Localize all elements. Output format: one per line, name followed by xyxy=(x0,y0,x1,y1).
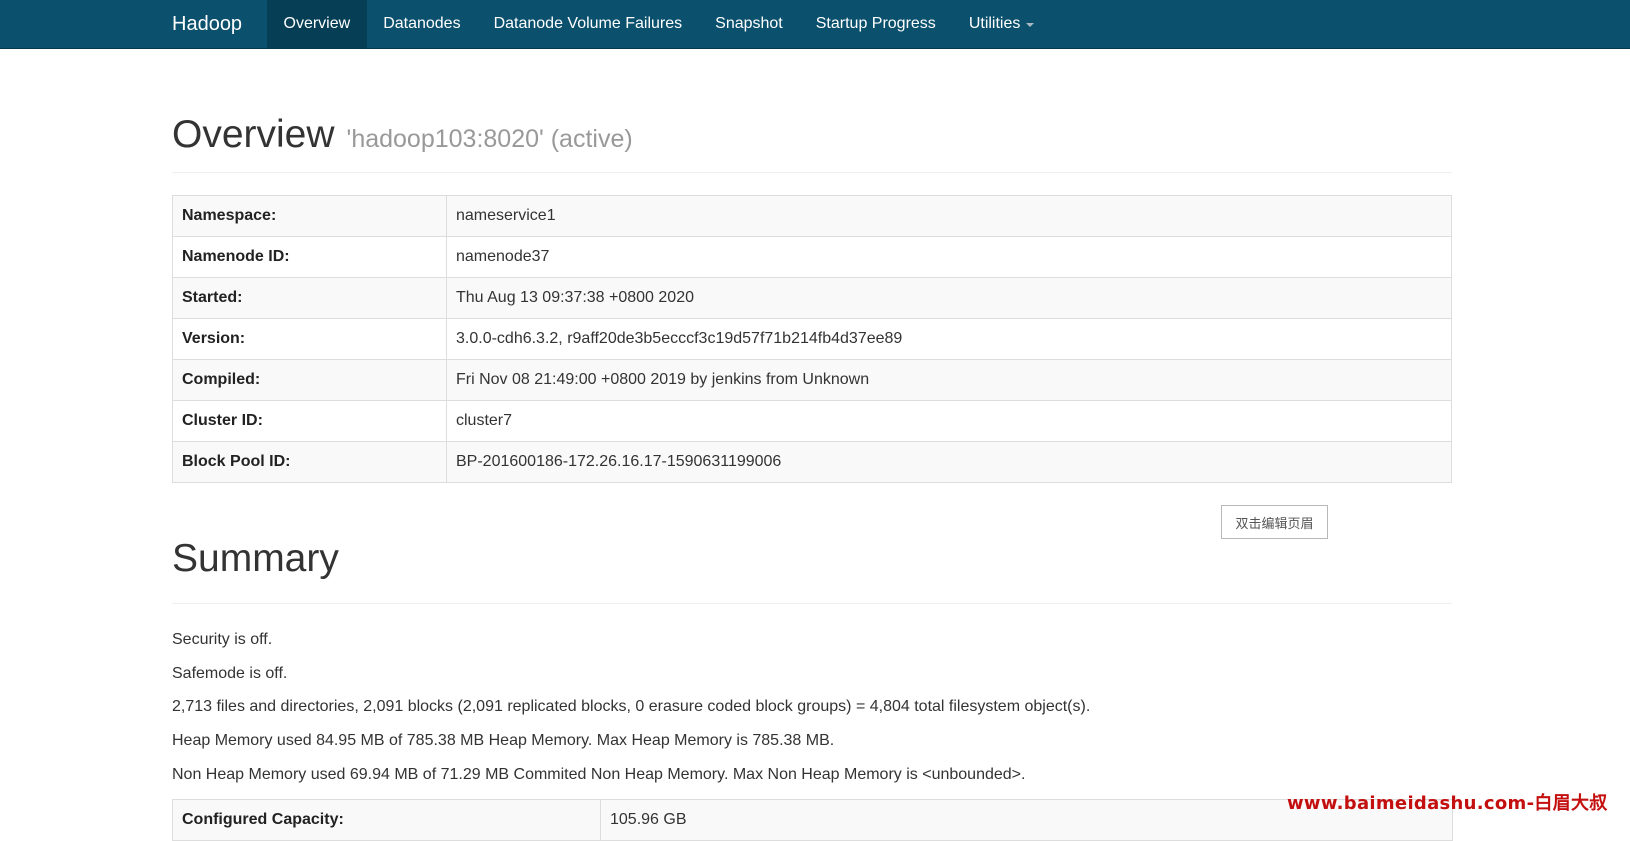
table-row: Namespace: nameservice1 xyxy=(172,195,1452,237)
nav-utilities-label: Utilities xyxy=(968,15,1021,32)
watermark: www.baimeidashu.com-白眉大叔 xyxy=(1287,793,1608,814)
row-label: Cluster ID: xyxy=(172,400,447,442)
row-value: cluster7 xyxy=(446,400,1452,442)
table-row: Compiled: Fri Nov 08 21:49:00 +0800 2019… xyxy=(172,359,1452,401)
row-label: Namespace: xyxy=(172,195,447,237)
caret-down-icon xyxy=(1026,23,1035,27)
summary-header: Summary xyxy=(172,537,1452,604)
top-navbar: Hadoop Overview Datanodes Datanode Volum… xyxy=(0,0,1630,49)
non-heap-memory: Non Heap Memory used 69.94 MB of 71.29 M… xyxy=(172,765,1026,783)
row-value: namenode37 xyxy=(446,236,1452,278)
capacity-table: Configured Capacity: 105.96 GB xyxy=(172,799,1453,841)
table-row: Version: 3.0.0-cdh6.3.2, r9aff20de3b5ecc… xyxy=(172,318,1452,360)
row-value: Thu Aug 13 09:37:38 +0800 2020 xyxy=(446,277,1452,319)
page-subtitle: 'hadoop103:8020' (active) xyxy=(346,125,633,153)
brand-logo[interactable]: Hadoop xyxy=(172,0,267,48)
table-row: Started: Thu Aug 13 09:37:38 +0800 2020 xyxy=(172,277,1452,319)
row-label: Namenode ID: xyxy=(172,236,447,278)
row-value: nameservice1 xyxy=(446,195,1452,237)
table-row: Configured Capacity: 105.96 GB xyxy=(172,799,1453,841)
row-value: BP-201600186-172.26.16.17-1590631199006 xyxy=(446,441,1452,483)
security-status: Security is off. xyxy=(172,631,273,648)
summary-title: Summary xyxy=(172,537,339,580)
nav-datanodes[interactable]: Datanodes xyxy=(367,0,477,48)
nav-datanode-volume-failures[interactable]: Datanode Volume Failures xyxy=(477,0,699,48)
row-value: 3.0.0-cdh6.3.2, r9aff20de3b5ecccf3c19d57… xyxy=(446,318,1452,360)
nav-utilities-dropdown[interactable]: Utilities xyxy=(952,0,1051,48)
summary-text: Security is off. Safemode is off. 2,713 … xyxy=(172,630,1452,798)
edit-header-button[interactable]: 双击编辑页眉 xyxy=(1221,505,1328,539)
page-title: Overview xyxy=(172,113,335,156)
table-row: Block Pool ID: BP-201600186-172.26.16.17… xyxy=(172,441,1452,483)
table-row: Cluster ID: cluster7 xyxy=(172,400,1452,442)
filesystem-objects: 2,713 files and directories, 2,091 block… xyxy=(172,698,1091,716)
row-label: Block Pool ID: xyxy=(172,441,447,483)
row-value: Fri Nov 08 21:49:00 +0800 2019 by jenkin… xyxy=(446,359,1452,401)
row-label: Version: xyxy=(172,318,447,360)
nav-startup-progress[interactable]: Startup Progress xyxy=(799,0,952,48)
main-container: Overview 'hadoop103:8020' (active) Names… xyxy=(172,48,1452,483)
nav-snapshot[interactable]: Snapshot xyxy=(699,0,800,48)
overview-header: Overview 'hadoop103:8020' (active) xyxy=(172,115,1452,173)
nav-overview[interactable]: Overview xyxy=(267,0,367,48)
table-row: Namenode ID: namenode37 xyxy=(172,236,1452,278)
row-label: Started: xyxy=(172,277,447,319)
overview-table: Namespace: nameservice1 Namenode ID: nam… xyxy=(172,195,1452,483)
row-label: Compiled: xyxy=(172,359,447,401)
safemode-status: Safemode is off. xyxy=(172,664,288,682)
heap-memory: Heap Memory used 84.95 MB of 785.38 MB H… xyxy=(172,732,835,750)
row-label: Configured Capacity: xyxy=(172,799,601,841)
